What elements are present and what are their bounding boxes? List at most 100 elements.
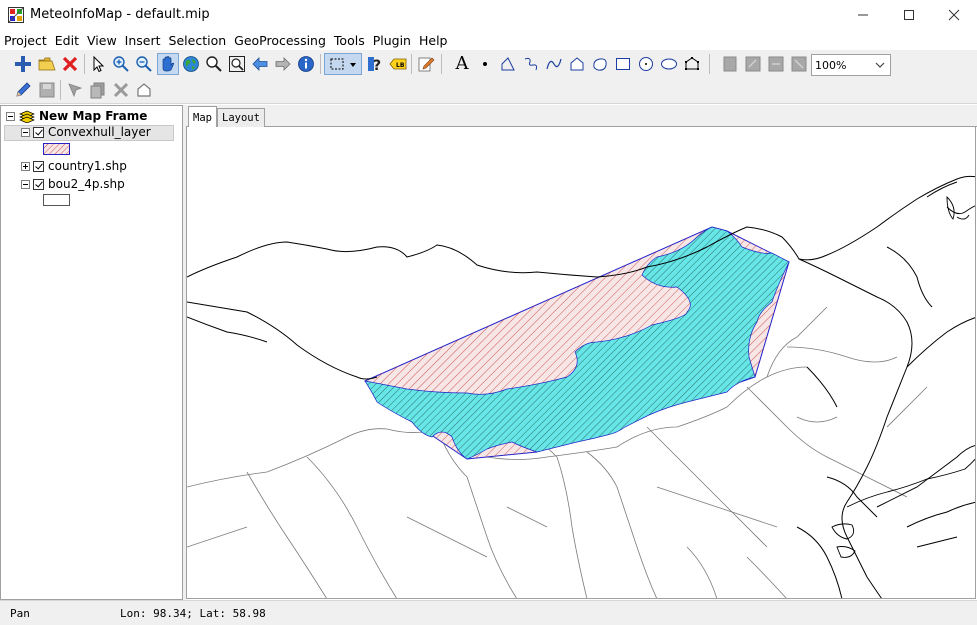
curve-polygon-icon [593, 58, 607, 71]
point-tool-button[interactable] [474, 53, 496, 75]
rectangle-select-icon [330, 58, 356, 70]
rectangle-icon [616, 58, 630, 70]
svg-text:LB: LB [396, 62, 405, 69]
layer-visible-checkbox[interactable] [33, 160, 44, 172]
full-extent-button[interactable] [180, 53, 202, 75]
curve-icon [546, 58, 562, 70]
start-edit-button[interactable] [12, 79, 34, 101]
back-button[interactable] [249, 53, 271, 75]
add-layer-button[interactable] [12, 53, 34, 75]
layer-node-convexhull[interactable]: Convexhull_layer [21, 125, 151, 139]
status-coordinates: Lon: 98.34; Lat: 58.98 [120, 607, 266, 620]
zoom-extent-icon [229, 56, 245, 72]
pointer-icon [93, 55, 105, 73]
text-tool-button[interactable]: A [451, 53, 473, 75]
select-feature-icon [68, 83, 83, 98]
expand-toggle[interactable] [21, 161, 30, 171]
open-project-button[interactable] [36, 53, 58, 75]
collapse-toggle[interactable] [21, 127, 30, 137]
select-tool-button[interactable] [87, 53, 109, 75]
collapse-toggle[interactable] [6, 111, 15, 121]
map-frame-node[interactable]: New Map Frame [6, 109, 147, 123]
freehand-tool-button[interactable] [520, 53, 542, 75]
page-width-icon [768, 56, 784, 72]
curve-tool-button[interactable] [543, 53, 565, 75]
maximize-button[interactable] [886, 0, 932, 30]
layer-name: Convexhull_layer [48, 125, 151, 139]
page-zoom-button[interactable] [788, 53, 810, 75]
page-icon [723, 56, 737, 72]
curve-polygon-tool-button[interactable] [589, 53, 611, 75]
menu-geoprocessing[interactable]: GeoProcessing [234, 33, 326, 48]
layer-node-country1[interactable]: country1.shp [21, 159, 127, 173]
edit-vertices-button[interactable] [681, 53, 703, 75]
edit-graphic-button[interactable] [415, 53, 437, 75]
tab-map-label: Map [193, 111, 212, 124]
forward-button[interactable] [272, 53, 294, 75]
menu-view[interactable]: View [87, 33, 117, 48]
bou2-legend-swatch [43, 194, 70, 206]
toolbar-area: ? LB A 100% [0, 50, 977, 104]
close-button[interactable] [931, 0, 977, 30]
menu-insert[interactable]: Insert [125, 33, 161, 48]
view-tabs: Map Layout [186, 105, 977, 128]
tab-layout-label: Layout [222, 112, 260, 124]
page-fit-button[interactable] [742, 53, 764, 75]
map-canvas[interactable] [187, 127, 976, 599]
polygon-tool-button[interactable] [566, 53, 588, 75]
layer-visible-checkbox[interactable] [33, 126, 44, 138]
tab-layout[interactable]: Layout [217, 108, 265, 127]
help-identify-button[interactable]: ? [364, 53, 386, 75]
layer-name: country1.shp [48, 159, 127, 173]
rectangle-tool-button[interactable] [612, 53, 634, 75]
toolbar-separator [320, 54, 321, 74]
ellipse-tool-button[interactable] [658, 53, 680, 75]
toolbar-separator [709, 54, 710, 74]
globe-icon [183, 56, 199, 72]
maximize-icon [904, 10, 914, 20]
remove-layer-button[interactable] [59, 53, 81, 75]
circle-tool-button[interactable] [635, 53, 657, 75]
minimize-button[interactable] [840, 0, 886, 30]
select-feature-button[interactable] [64, 79, 86, 101]
zoom-to-layer-button[interactable] [226, 53, 248, 75]
info-button[interactable] [295, 53, 317, 75]
page-width-button[interactable] [765, 53, 787, 75]
folder-open-icon [38, 57, 56, 71]
add-layer-icon [15, 56, 31, 72]
pan-tool-button[interactable] [157, 53, 179, 75]
delete-feature-button[interactable] [110, 79, 132, 101]
page-zoom-icon [791, 56, 807, 72]
menu-project[interactable]: Project [4, 33, 47, 48]
menu-selection[interactable]: Selection [169, 33, 227, 48]
vertices-icon [685, 57, 699, 70]
layer-visible-checkbox[interactable] [33, 178, 44, 190]
zoom-select[interactable]: 100% [811, 54, 891, 76]
island-outlines [831, 195, 975, 558]
zoom-value: 100% [815, 58, 847, 72]
map-view[interactable] [186, 127, 976, 599]
select-features-dropdown[interactable] [324, 53, 362, 75]
menu-help[interactable]: Help [419, 33, 448, 48]
toolbar-separator [441, 54, 442, 74]
tab-map[interactable]: Map [188, 106, 217, 128]
title-bar: MeteoInfoMap - default.mip [0, 0, 977, 30]
identify-zoom-button[interactable] [203, 53, 225, 75]
add-feature-button[interactable] [133, 79, 155, 101]
collapse-toggle[interactable] [21, 179, 30, 189]
label-tool-button[interactable]: LB [387, 53, 409, 75]
menu-edit[interactable]: Edit [55, 33, 79, 48]
zoom-out-button[interactable] [133, 53, 155, 75]
page-button[interactable] [719, 53, 741, 75]
zoom-out-icon [136, 56, 152, 72]
menu-plugin[interactable]: Plugin [373, 33, 411, 48]
zoom-in-button[interactable] [110, 53, 132, 75]
convexhull-legend-swatch [43, 143, 70, 155]
chevron-down-icon [875, 62, 885, 68]
layer-node-bou2[interactable]: bou2_4p.shp [21, 177, 125, 191]
copy-icon [90, 82, 105, 99]
copy-feature-button[interactable] [87, 79, 109, 101]
line-tool-button[interactable] [497, 53, 519, 75]
save-edit-button[interactable] [36, 79, 58, 101]
menu-tools[interactable]: Tools [334, 33, 365, 48]
